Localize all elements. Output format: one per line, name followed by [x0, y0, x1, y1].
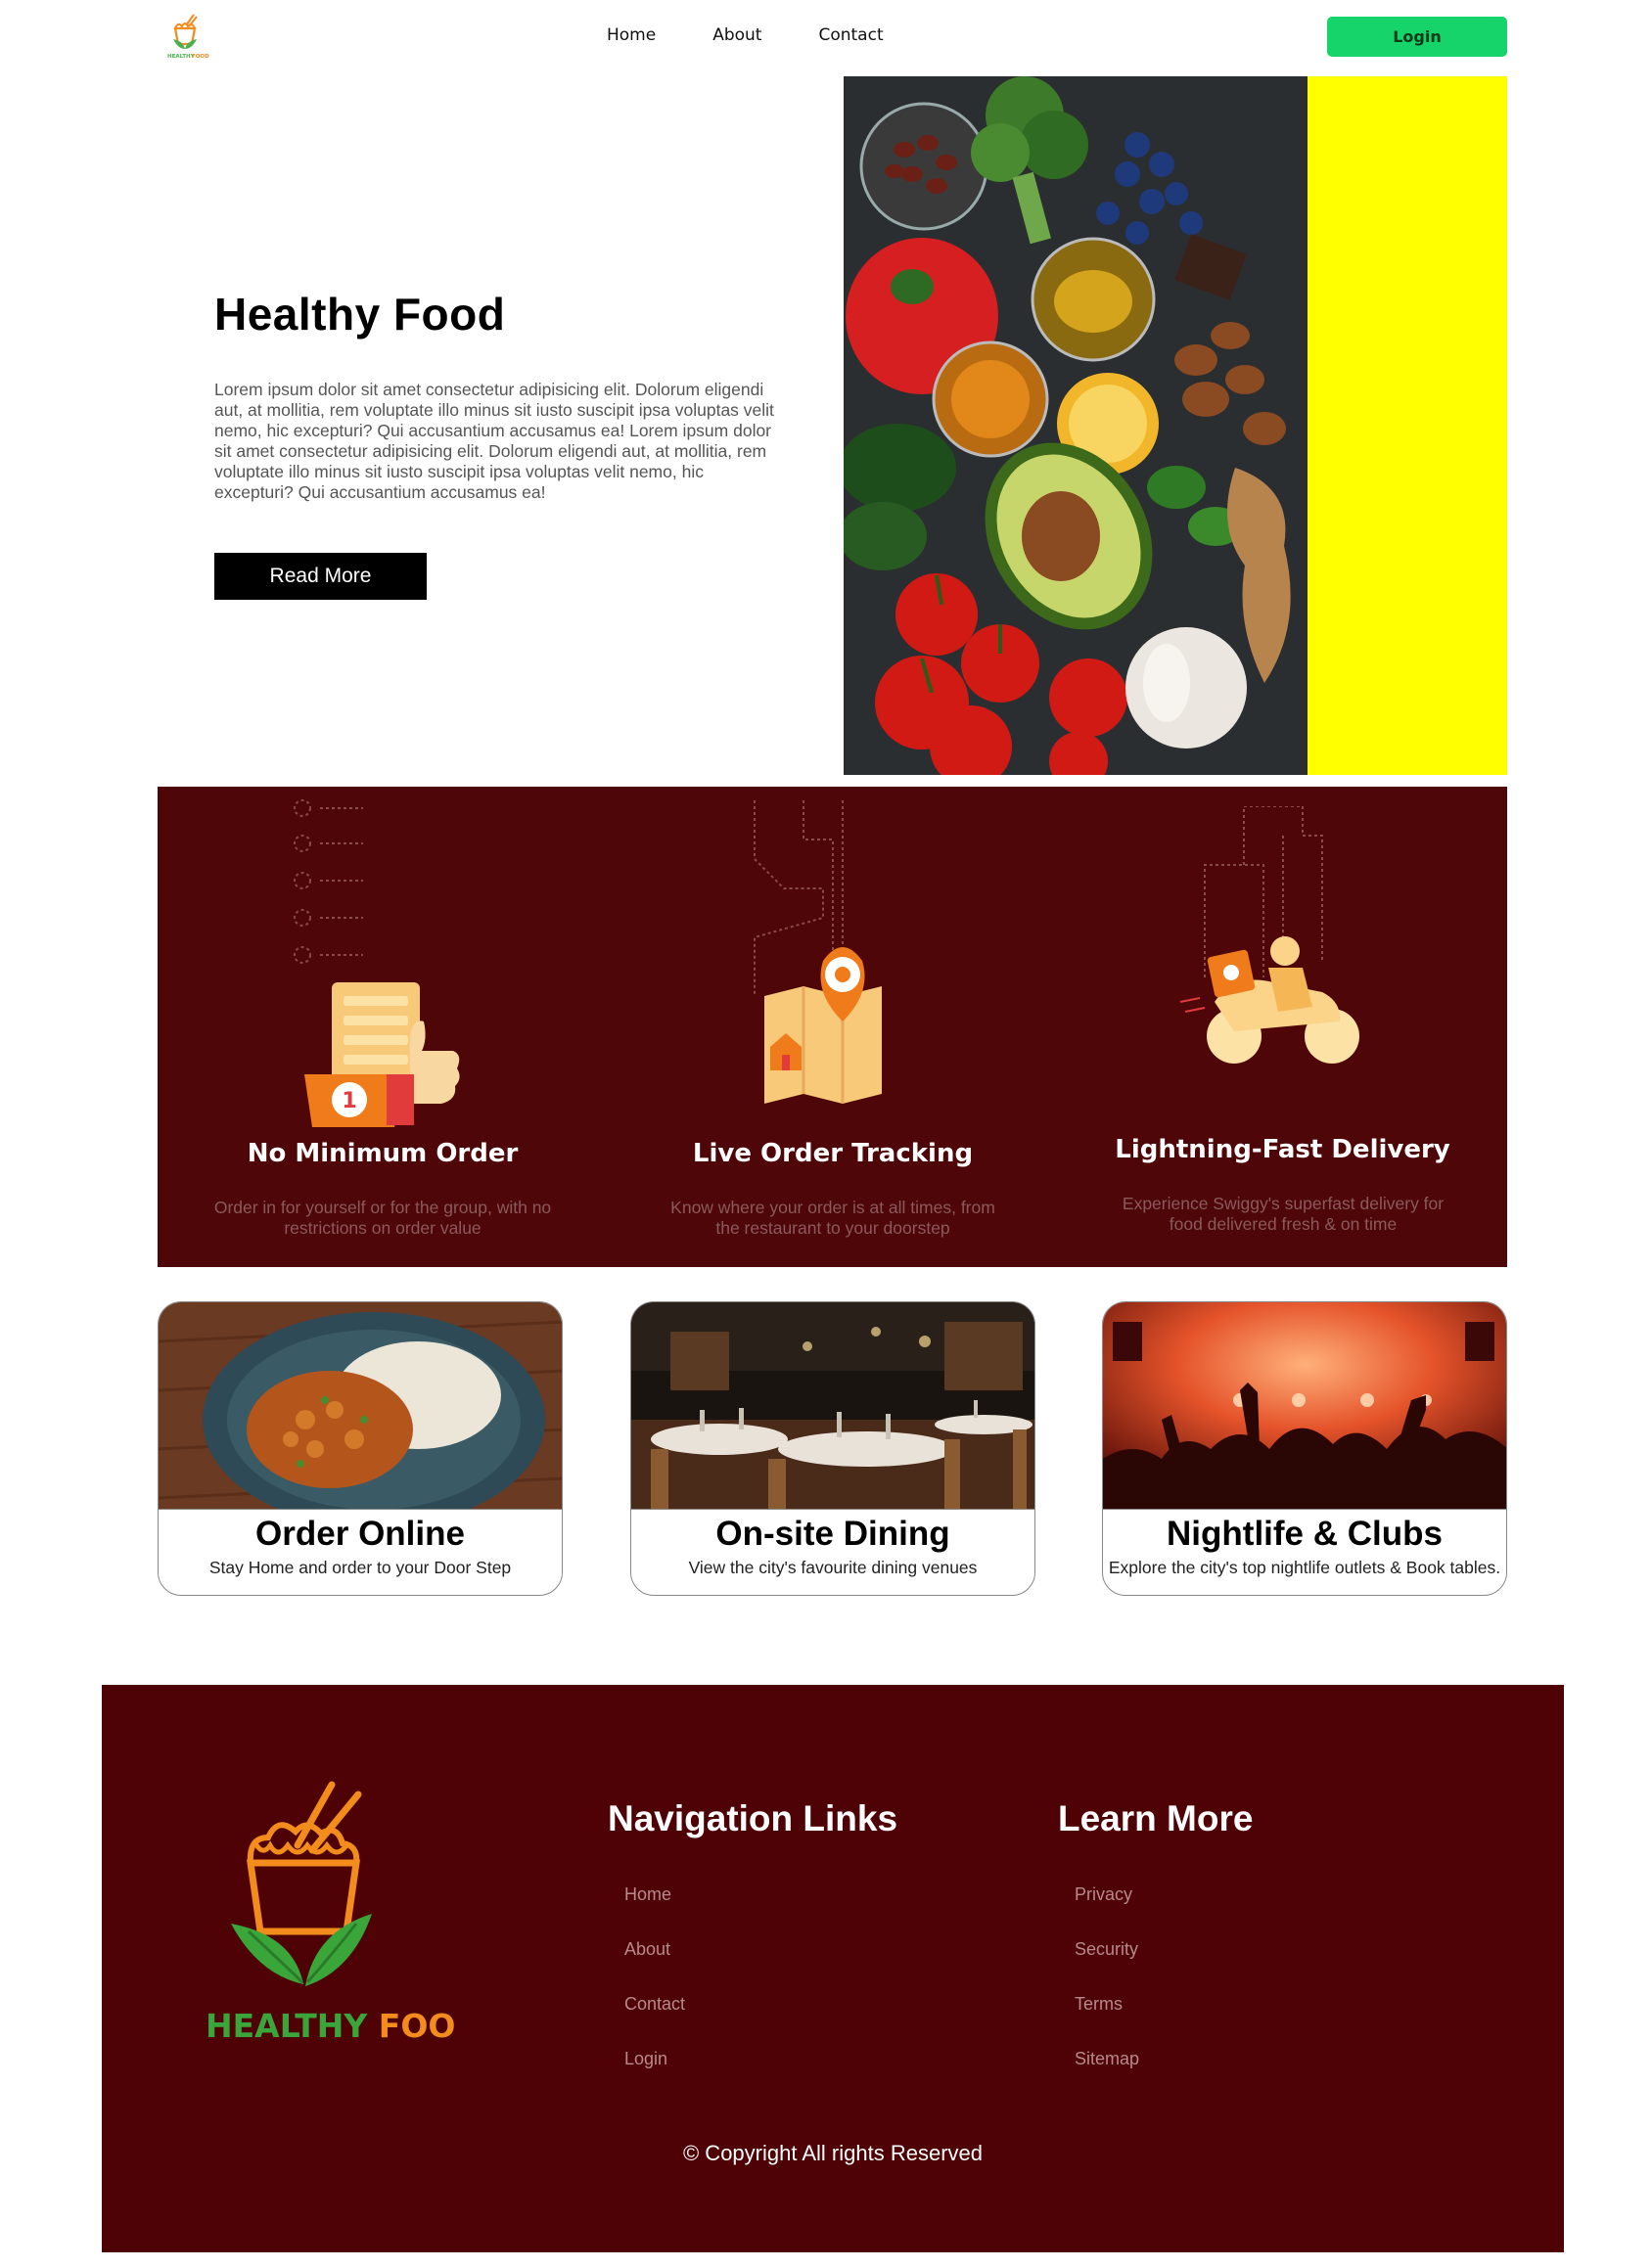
copyright-text: © Copyright All rights Reserved [682, 2141, 983, 2165]
card-title: On-site Dining [715, 1515, 950, 1553]
footer-home-link[interactable]: Home [624, 1884, 685, 1939]
navigation-links-heading: Navigation Links [608, 1798, 898, 1838]
card-subtitle: Explore the city's top nightlife outlets… [1108, 1558, 1501, 1577]
footer-terms-link[interactable]: Terms [1075, 1994, 1139, 2049]
feature-live-order-tracking: Live Order Tracking Know where your orde… [608, 787, 1058, 1267]
footer-learn-links: Privacy Security Terms Sitemap [1075, 1884, 1139, 2104]
healthy-food-logo[interactable]: HEALTHY FOOD [164, 12, 209, 61]
card-onsite-dining[interactable]: On-site Dining View the city's favourite… [630, 1301, 1035, 1596]
biryani-plate-photo [159, 1302, 562, 1510]
card-subtitle: View the city's favourite dining venues [688, 1558, 978, 1577]
card-order-online[interactable]: Order Online Stay Home and order to your… [158, 1301, 563, 1596]
feature-title: Live Order Tracking [692, 1139, 974, 1168]
delivery-scooter-icon [1179, 806, 1359, 1064]
vegetables-photo [844, 76, 1308, 775]
hero-accent-panel [1308, 76, 1507, 775]
feature-title: No Minimum Order [247, 1139, 519, 1168]
feature-description: Know where your order is at all times, f… [670, 1198, 995, 1238]
card-title: Order Online [255, 1515, 465, 1553]
footer-sitemap-link[interactable]: Sitemap [1075, 2049, 1139, 2104]
healthy-food-logo-large: HEALTHY FOOD [206, 1781, 454, 2045]
feature-description: Experience Swiggy's superfast delivery f… [1122, 1194, 1445, 1234]
read-more-button[interactable]: Read More [214, 553, 427, 600]
footer-privacy-link[interactable]: Privacy [1075, 1884, 1139, 1939]
feature-no-minimum-order: 1 No Minimum Order Order in for yourself… [158, 787, 608, 1267]
concert-crowd-photo [1103, 1302, 1506, 1510]
restaurant-interior-photo [631, 1302, 1034, 1510]
feature-description: Order in for yourself or for the group, … [213, 1198, 552, 1238]
feature-lightning-fast-delivery: Lightning-Fast Delivery Experience Swigg… [1058, 787, 1507, 1267]
nav-contact-link[interactable]: Contact [818, 25, 883, 45]
login-button[interactable]: Login [1327, 17, 1507, 57]
features-section: 1 No Minimum Order Order in for yourself… [158, 787, 1507, 1267]
card-subtitle: Stay Home and order to your Door Step [208, 1558, 512, 1577]
hero-title: Healthy Food [214, 289, 506, 340]
hero-paragraph: Lorem ipsum dolor sit amet consectetur a… [214, 380, 774, 502]
footer-security-link[interactable]: Security [1075, 1939, 1139, 1994]
footer-about-link[interactable]: About [624, 1939, 685, 1994]
footer-login-link[interactable]: Login [624, 2049, 685, 2104]
card-nightlife-clubs[interactable]: Nightlife & Clubs Explore the city's top… [1102, 1301, 1507, 1596]
nav-home-link[interactable]: Home [607, 25, 656, 45]
feature-title: Lightning-Fast Delivery [1115, 1135, 1450, 1164]
card-title: Nightlife & Clubs [1167, 1515, 1443, 1553]
order-checklist-icon: 1 [294, 799, 460, 1127]
nav-about-link[interactable]: About [712, 25, 761, 45]
map-tracking-icon [754, 800, 882, 1104]
footer-navigation-links: Home About Contact Login [624, 1884, 685, 2104]
main-nav: Home About Contact [607, 25, 884, 45]
svg-text:FOOD: FOOD [192, 54, 209, 60]
footer: HEALTHY FOOD Navigation Links Home About… [102, 1685, 1564, 2252]
learn-more-heading: Learn More [1058, 1798, 1254, 1838]
logo-text: HEALTHY FOOD [206, 2007, 454, 2045]
order-count-badge: 1 [342, 1089, 356, 1113]
footer-contact-link[interactable]: Contact [624, 1994, 685, 2049]
